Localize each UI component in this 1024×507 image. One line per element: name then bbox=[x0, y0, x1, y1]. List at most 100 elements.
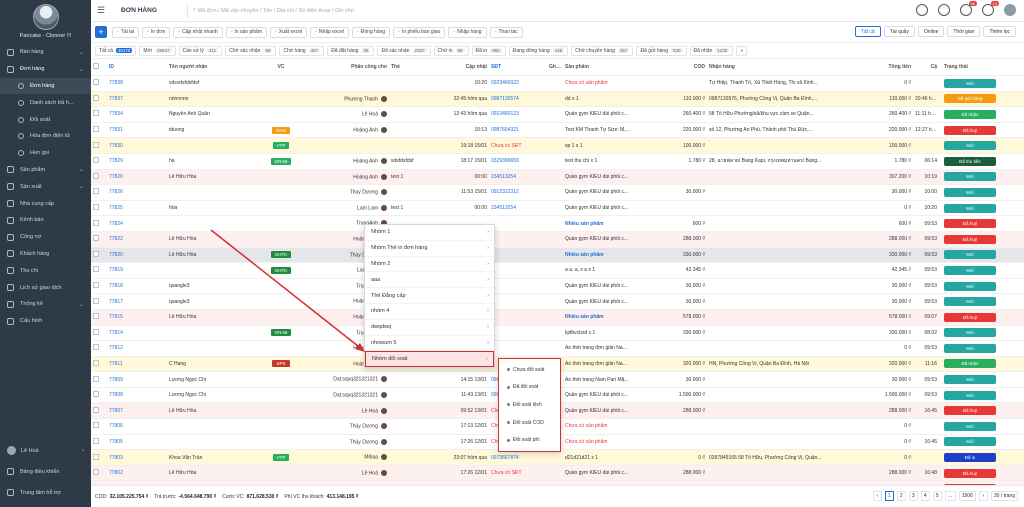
filter-tab[interactable]: Chờ xác nhận 69 bbox=[225, 45, 277, 56]
sidebar-item[interactable]: Danh sách trả h... bbox=[0, 94, 91, 111]
context-menu-item[interactable]: Nhóm Thẻ in đơn hàng › bbox=[365, 241, 494, 257]
view-tab[interactable]: Tất cả bbox=[854, 26, 881, 37]
checkbox-box[interactable] bbox=[93, 63, 99, 69]
row-checkbox[interactable] bbox=[91, 157, 107, 165]
row-checkbox[interactable] bbox=[91, 282, 107, 290]
status-badge[interactable]: Đã huỷ bbox=[944, 125, 996, 135]
context-menu-item[interactable]: Nhóm 2 › bbox=[365, 257, 494, 273]
checkbox-box[interactable] bbox=[93, 344, 99, 351]
status-badge[interactable]: Mới bbox=[944, 297, 996, 307]
toolbar-button[interactable]: ▫ Xuất excel bbox=[270, 26, 308, 38]
row-checkbox[interactable] bbox=[91, 313, 107, 321]
checkbox-box[interactable] bbox=[93, 235, 99, 242]
column-header[interactable]: COD bbox=[667, 64, 707, 70]
status-badge[interactable]: Mới bbox=[944, 265, 996, 275]
checkbox-box[interactable] bbox=[93, 391, 99, 398]
sidebar-item[interactable]: Hóa đơn điện tử bbox=[0, 128, 91, 145]
status-badge[interactable]: Đã huỷ bbox=[944, 406, 996, 416]
filter-tab[interactable]: Tất cả 45170 bbox=[95, 45, 137, 56]
order-id[interactable]: 77802 bbox=[107, 470, 167, 476]
row-checkbox[interactable] bbox=[91, 406, 107, 415]
checkbox-box[interactable] bbox=[93, 422, 99, 429]
toolbar-button[interactable]: ▫ In phiếu bàn giao bbox=[393, 26, 446, 38]
phone-number[interactable]: 0987654321 bbox=[489, 127, 547, 133]
toolbar-button[interactable]: ▫ Nhập excel bbox=[310, 26, 349, 38]
order-id[interactable]: 77815 bbox=[107, 314, 167, 320]
checkbox-box[interactable] bbox=[93, 297, 99, 304]
status-badge[interactable]: Đã thu tiền bbox=[944, 156, 996, 166]
status-badge[interactable]: Mới bbox=[944, 375, 996, 385]
table-row[interactable]: 77803 Khoa Văn Trần VTP Mihaa 23:07 hôm qua 0… bbox=[91, 450, 1024, 466]
status-badge[interactable]: Mới bbox=[944, 437, 996, 447]
column-header[interactable]: Cậ bbox=[913, 64, 939, 70]
status-badge[interactable]: Mới bbox=[944, 250, 996, 260]
phone-number[interactable]: Chưa có SĐT bbox=[489, 143, 547, 149]
checkbox-box[interactable] bbox=[93, 359, 99, 366]
submenu-item[interactable]: Đối soát lệch bbox=[499, 396, 560, 414]
order-id[interactable]: 77825 bbox=[107, 205, 167, 211]
status-badge[interactable]: Đã huỷ bbox=[944, 312, 996, 322]
checkbox-box[interactable] bbox=[93, 157, 99, 164]
status-badge[interactable]: Mới bbox=[944, 390, 996, 400]
row-checkbox[interactable] bbox=[91, 126, 107, 134]
sidebar-item[interactable]: Kênh bán bbox=[0, 212, 91, 229]
add-order-button[interactable]: + bbox=[95, 26, 107, 38]
order-id[interactable]: 77829 bbox=[107, 158, 167, 164]
checkbox-box[interactable] bbox=[93, 204, 99, 211]
checkbox-box[interactable] bbox=[93, 375, 99, 382]
order-id[interactable]: 77838 bbox=[107, 80, 167, 86]
order-id[interactable]: 77831 bbox=[107, 127, 167, 133]
checkbox-box[interactable] bbox=[93, 282, 99, 289]
row-checkbox[interactable] bbox=[91, 344, 107, 352]
order-id[interactable]: 77805 bbox=[107, 439, 167, 445]
row-checkbox[interactable] bbox=[91, 172, 107, 181]
row-checkbox[interactable] bbox=[91, 359, 107, 368]
column-header[interactable]: ID bbox=[107, 64, 167, 70]
column-header[interactable]: Trạng thái bbox=[939, 64, 1001, 70]
sidebar-item[interactable]: Đối soát bbox=[0, 111, 91, 128]
checkbox-box[interactable] bbox=[93, 328, 99, 335]
view-tab[interactable]: Thời gian bbox=[947, 26, 981, 37]
row-checkbox[interactable] bbox=[91, 94, 107, 103]
status-badge[interactable]: Đã huỷ bbox=[944, 468, 996, 478]
row-checkbox[interactable] bbox=[91, 235, 107, 243]
next-page-button[interactable]: › bbox=[978, 491, 988, 501]
order-id[interactable]: 77826 bbox=[107, 189, 167, 195]
toolbar-button[interactable]: ▫ Cập nhật nhanh bbox=[173, 26, 223, 38]
view-tab[interactable]: Tại quầy bbox=[883, 26, 915, 37]
submenu-item[interactable]: Chưa đối soát bbox=[499, 361, 560, 379]
row-checkbox[interactable] bbox=[91, 297, 107, 306]
column-header[interactable]: Tổng tiền bbox=[867, 64, 913, 70]
table-row[interactable]: 77838 vdsvdsfdsfdsf 10:20 0923460022 Chưa có… bbox=[91, 76, 1024, 92]
column-header[interactable]: Phân công cho bbox=[311, 64, 389, 70]
sidebar-item[interactable]: Hẹn gọi bbox=[0, 145, 91, 162]
checkbox-box[interactable] bbox=[93, 126, 99, 133]
phone-number[interactable]: 0923460123 bbox=[489, 111, 547, 117]
row-checkbox[interactable] bbox=[91, 422, 107, 430]
column-header[interactable]: Nhận hàng bbox=[707, 64, 867, 70]
sidebar-item[interactable]: Khách hàng bbox=[0, 246, 91, 263]
checkbox-box[interactable] bbox=[93, 453, 99, 460]
order-id[interactable]: 77834 bbox=[107, 111, 167, 117]
order-id[interactable]: 77817 bbox=[107, 299, 167, 305]
sidebar-item[interactable]: Cấu hình bbox=[0, 313, 91, 330]
view-tab[interactable]: Online bbox=[917, 26, 945, 37]
status-badge[interactable]: Mới bbox=[944, 172, 996, 182]
order-id[interactable]: 77807 bbox=[107, 408, 167, 414]
checkbox-box[interactable] bbox=[93, 219, 99, 226]
table-row[interactable]: 77837 nnnnnnn Phương Thanh 22:45 hôm qua 098… bbox=[91, 91, 1024, 108]
order-id[interactable]: 77820 bbox=[107, 252, 167, 258]
status-badge[interactable]: Mới bbox=[944, 187, 996, 197]
filter-tab[interactable]: Chờ chuyển hàng 257 bbox=[571, 45, 634, 56]
table-row[interactable]: 77834 Nguyễn Anh Quân Lê Hoà 12:43 hôm qua 0… bbox=[91, 107, 1024, 123]
filter-tab[interactable]: Đang đóng hàng 146 bbox=[508, 45, 569, 56]
sidebar-item[interactable]: Bán hàng ⌄ bbox=[0, 44, 91, 61]
row-checkbox[interactable] bbox=[91, 219, 107, 228]
order-id[interactable]: 77830 bbox=[107, 143, 167, 149]
order-id[interactable]: 77818 bbox=[107, 283, 167, 289]
phone-number[interactable]: 0912312312 bbox=[489, 189, 547, 195]
page-button[interactable]: 4 bbox=[920, 491, 930, 501]
filter-tab[interactable]: Mới 29647 bbox=[139, 45, 176, 56]
checkbox-box[interactable] bbox=[93, 250, 99, 257]
checkbox-box[interactable] bbox=[93, 313, 99, 320]
